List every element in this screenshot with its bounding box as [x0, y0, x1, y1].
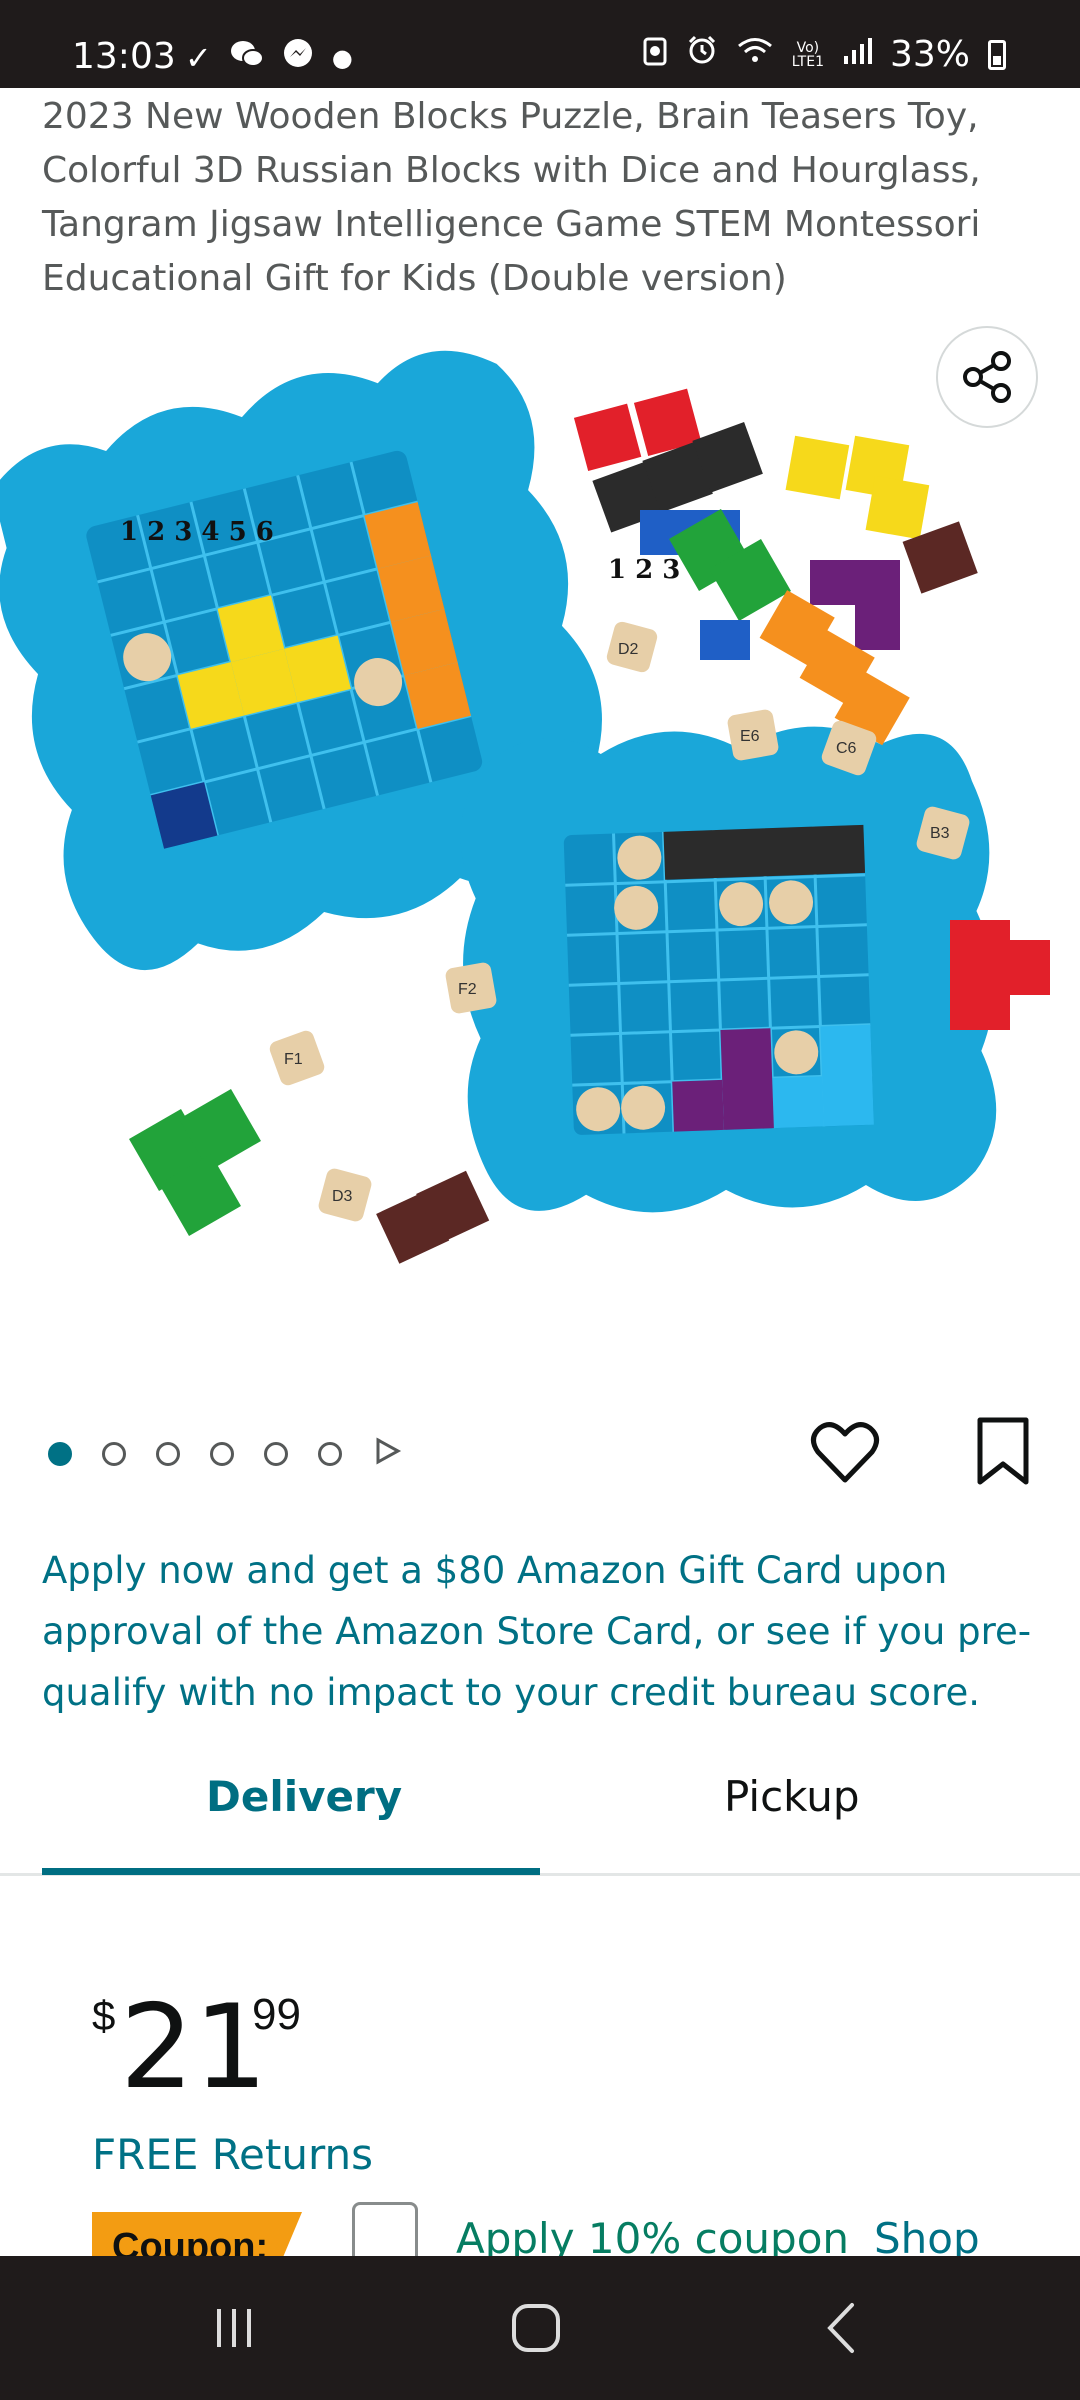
battery-saver-icon — [642, 34, 668, 75]
wechat-icon — [230, 39, 264, 77]
signal-icon — [842, 34, 872, 75]
video-play-icon[interactable] — [372, 1436, 402, 1471]
dice-f2-label: F2 — [458, 981, 477, 998]
carousel-dot-6[interactable] — [318, 1441, 342, 1466]
price-whole: 21 — [120, 1980, 268, 2115]
system-nav-bar — [0, 2256, 1080, 2400]
back-button[interactable] — [752, 2256, 932, 2400]
carousel-dot-1[interactable] — [48, 1441, 72, 1466]
dice-b3-label: B3 — [930, 825, 950, 842]
tab-delivery[interactable]: Delivery — [206, 1772, 402, 1821]
free-returns-link[interactable]: FREE Returns — [92, 2130, 373, 2179]
bookmark-icon — [977, 1417, 1029, 1485]
carousel-dot-5[interactable] — [264, 1441, 288, 1466]
home-icon — [512, 2304, 560, 2352]
price-currency: $ — [92, 1992, 116, 2039]
board-right — [460, 726, 997, 1213]
recent-apps-icon — [217, 2309, 251, 2347]
dice-d2-label: D2 — [618, 641, 639, 658]
recent-apps-button[interactable] — [144, 2256, 324, 2400]
alarm-icon — [686, 34, 718, 75]
dice-f1-label: F1 — [284, 1051, 303, 1068]
board-left-col-labels: 1 2 3 4 5 6 — [120, 517, 274, 547]
back-icon — [827, 2303, 854, 2353]
heart-icon — [811, 1422, 879, 1483]
dot-icon: ● — [331, 44, 353, 72]
check-icon: ✓ — [185, 39, 212, 77]
notification-icons: ✓ ● — [185, 38, 353, 78]
dice-c6-label: C6 — [836, 740, 857, 757]
dice-e6: E6 — [727, 709, 779, 761]
product-photo: 1 2 3 4 5 6 1 2 3 4 5 6 D2 E6 C6 B3 F2 F… — [0, 350, 1050, 1264]
store-card-promo-link[interactable]: Apply now and get a $80 Amazon Gift Card… — [42, 1540, 1042, 1723]
system-icons: Vo) LTE1 33% — [642, 34, 1006, 75]
dice-d3-label: D3 — [332, 1188, 353, 1205]
pieces-bottom-left — [129, 1089, 490, 1264]
save-for-later-button[interactable] — [974, 1416, 1032, 1488]
dice-d2: D2 — [606, 621, 658, 673]
product-title[interactable]: 2023 New Wooden Blocks Puzzle, Brain Tea… — [42, 90, 1042, 306]
share-icon — [963, 351, 1011, 403]
messenger-icon — [282, 38, 314, 78]
dice-f2: F2 — [445, 962, 497, 1014]
product-image[interactable]: 1 2 3 4 5 6 1 2 3 4 5 6 D2 E6 C6 B3 F2 F… — [0, 320, 1080, 1340]
home-button[interactable] — [446, 2256, 626, 2400]
carousel-dot-4[interactable] — [210, 1441, 234, 1466]
active-tab-indicator — [42, 1868, 540, 1875]
dice-d3: D3 — [318, 1168, 372, 1222]
volte-icon: Vo) LTE1 — [791, 39, 824, 70]
carousel-dot-3[interactable] — [156, 1441, 180, 1466]
status-bar: 13:03 ✓ ● Vo) LTE1 33% — [0, 0, 1080, 88]
carousel-dot-2[interactable] — [102, 1441, 126, 1466]
battery-icon — [988, 39, 1006, 70]
image-carousel-indicator — [48, 1436, 402, 1471]
price-fraction: 99 — [252, 1990, 301, 2039]
dice-f1: F1 — [269, 1030, 325, 1086]
status-time: 13:03 — [72, 36, 176, 77]
dice-e6-label: E6 — [740, 728, 760, 745]
tab-pickup[interactable]: Pickup — [724, 1772, 859, 1821]
wifi-icon — [736, 34, 774, 75]
wishlist-button[interactable] — [810, 1420, 880, 1486]
share-button[interactable] — [936, 326, 1038, 428]
battery-percent: 33% — [889, 34, 970, 75]
